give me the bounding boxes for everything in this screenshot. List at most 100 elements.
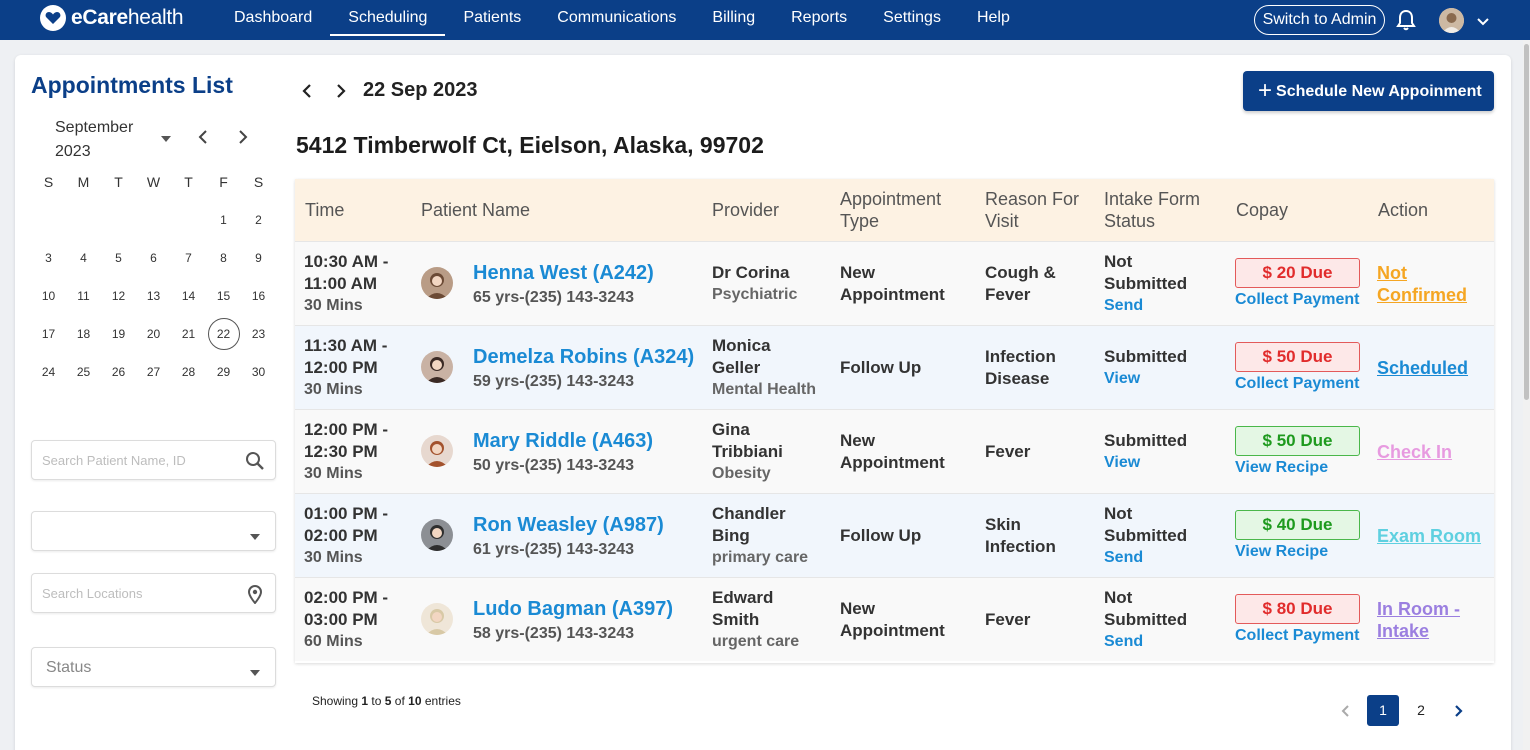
calendar-day[interactable]: 12: [101, 277, 136, 315]
calendar-day-number: 24: [41, 365, 56, 379]
provider-name-line2: Tribbiani: [712, 442, 783, 461]
app-logo[interactable]: eCarehealth: [40, 4, 184, 32]
patient-name-link[interactable]: Mary Riddle (A463): [473, 430, 653, 452]
calendar-day[interactable]: 28: [171, 353, 206, 391]
calendar-day[interactable]: 14: [171, 277, 206, 315]
location-pin-icon[interactable]: [245, 584, 265, 605]
calendar-day[interactable]: 29: [206, 353, 241, 391]
nav-scheduling[interactable]: Scheduling: [330, 0, 446, 36]
intake-form-link[interactable]: Send: [1104, 295, 1187, 317]
search-icon[interactable]: [245, 451, 265, 471]
status-select[interactable]: Status: [31, 647, 276, 687]
notification-bell-icon[interactable]: [1396, 9, 1416, 31]
calendar-day[interactable]: 24: [31, 353, 66, 391]
next-date-icon[interactable]: [334, 83, 348, 99]
appointment-status-action[interactable]: Exam Room: [1377, 525, 1481, 547]
copay-action-link[interactable]: View Recipe: [1235, 541, 1328, 563]
user-menu-chevron-icon[interactable]: [1476, 14, 1490, 26]
pagination-next-icon[interactable]: [1453, 703, 1465, 719]
prev-date-icon[interactable]: [300, 83, 314, 99]
patient-name-link[interactable]: Ron Weasley (A987): [473, 514, 664, 536]
copay-action-link[interactable]: Collect Payment: [1235, 373, 1359, 395]
patient-name-link[interactable]: Ludo Bagman (A397): [473, 598, 673, 620]
nav-communications[interactable]: Communications: [539, 0, 694, 36]
calendar-day[interactable]: 10: [31, 277, 66, 315]
calendar-day[interactable]: 22: [206, 315, 241, 353]
calendar-day: [66, 201, 101, 239]
patient-name-link[interactable]: Henna West (A242): [473, 262, 654, 284]
pagination-prev-icon[interactable]: [1339, 703, 1351, 719]
calendar-day[interactable]: 30: [241, 353, 276, 391]
patient-name-link[interactable]: Demelza Robins (A324): [473, 346, 694, 368]
calendar-day[interactable]: 9: [241, 239, 276, 277]
intake-form-link[interactable]: View: [1104, 452, 1187, 474]
calendar-day[interactable]: 8: [206, 239, 241, 277]
header-reason: Reason For Visit: [985, 188, 1079, 232]
calendar-day[interactable]: 23: [241, 315, 276, 353]
calendar-day[interactable]: 25: [66, 353, 101, 391]
calendar-month-year[interactable]: September 2023: [55, 116, 133, 164]
copay-action-link[interactable]: Collect Payment: [1235, 289, 1359, 311]
calendar-day[interactable]: 4: [66, 239, 101, 277]
nav-reports[interactable]: Reports: [773, 0, 865, 36]
calendar-day[interactable]: 3: [31, 239, 66, 277]
nav-dashboard[interactable]: Dashboard: [216, 0, 330, 36]
provider-select[interactable]: [31, 511, 276, 551]
calendar-day-number: 23: [251, 327, 266, 341]
calendar-day[interactable]: 1: [206, 201, 241, 239]
calendar-day[interactable]: 17: [31, 315, 66, 353]
reason-for-visit: Skin Infection: [985, 514, 1056, 558]
nav-settings[interactable]: Settings: [865, 0, 959, 36]
calendar-day[interactable]: 5: [101, 239, 136, 277]
calendar-day[interactable]: 21: [171, 315, 206, 353]
calendar-day[interactable]: 26: [101, 353, 136, 391]
calendar-day-number: 5: [115, 251, 122, 265]
calendar-day[interactable]: 18: [66, 315, 101, 353]
calendar-day[interactable]: 16: [241, 277, 276, 315]
appointment-status-action[interactable]: In Room - Intake: [1377, 598, 1460, 642]
search-location-placeholder: Search Locations: [42, 586, 143, 601]
search-patient-field[interactable]: Search Patient Name, ID: [31, 440, 276, 480]
nav-billing[interactable]: Billing: [694, 0, 773, 36]
calendar-day-number: 12: [111, 289, 126, 303]
patient-avatar: [421, 603, 453, 635]
action-line1: In Room -: [1377, 599, 1460, 619]
switch-to-admin-button[interactable]: Switch to Admin: [1254, 5, 1385, 35]
intake-form-link[interactable]: Send: [1104, 631, 1187, 653]
logo-text-light: health: [127, 6, 184, 29]
appointment-status-action[interactable]: Not Confirmed: [1377, 262, 1467, 306]
search-location-field[interactable]: Search Locations: [31, 573, 276, 613]
calendar-day[interactable]: 19: [101, 315, 136, 353]
month-dropdown-icon[interactable]: [159, 131, 173, 142]
appointment-status-action[interactable]: Check In: [1377, 441, 1452, 463]
copay-action-link[interactable]: View Recipe: [1235, 457, 1328, 479]
calendar-day-number: 2: [255, 213, 262, 227]
calendar-day[interactable]: 15: [206, 277, 241, 315]
calendar-prev-month-icon[interactable]: [196, 129, 210, 145]
pagination-page-2[interactable]: 2: [1405, 695, 1437, 726]
calendar-day[interactable]: 11: [66, 277, 101, 315]
appointments-list-title: Appointments List: [31, 72, 233, 98]
calendar-day[interactable]: 6: [136, 239, 171, 277]
calendar-next-month-icon[interactable]: [236, 129, 250, 145]
nav-patients[interactable]: Patients: [445, 0, 539, 36]
appointment-status-action[interactable]: Scheduled: [1377, 357, 1468, 379]
calendar-day[interactable]: 7: [171, 239, 206, 277]
intake-status-line1: Submitted: [1104, 431, 1188, 450]
calendar-day[interactable]: 27: [136, 353, 171, 391]
reason-for-visit: Cough & Fever: [985, 262, 1056, 306]
intake-status-line1: Submitted: [1104, 347, 1188, 366]
calendar-day[interactable]: 13: [136, 277, 171, 315]
pagination-page-1[interactable]: 1: [1367, 695, 1399, 726]
copay-action-link[interactable]: Collect Payment: [1235, 625, 1359, 647]
nav-help[interactable]: Help: [959, 0, 1028, 36]
intake-form-link[interactable]: Send: [1104, 547, 1187, 569]
schedule-new-appointment-button[interactable]: + Schedule New Appoinment: [1243, 71, 1494, 111]
appointment-type: Follow Up: [840, 525, 921, 547]
user-avatar[interactable]: [1439, 8, 1464, 33]
intake-form-link[interactable]: View: [1104, 368, 1187, 390]
calendar-day[interactable]: 20: [136, 315, 171, 353]
calendar-day[interactable]: 2: [241, 201, 276, 239]
page-scrollbar-thumb[interactable]: [1524, 44, 1529, 400]
appointment-time: 02:00 PM - 03:00 PM 60 Mins: [304, 587, 388, 653]
